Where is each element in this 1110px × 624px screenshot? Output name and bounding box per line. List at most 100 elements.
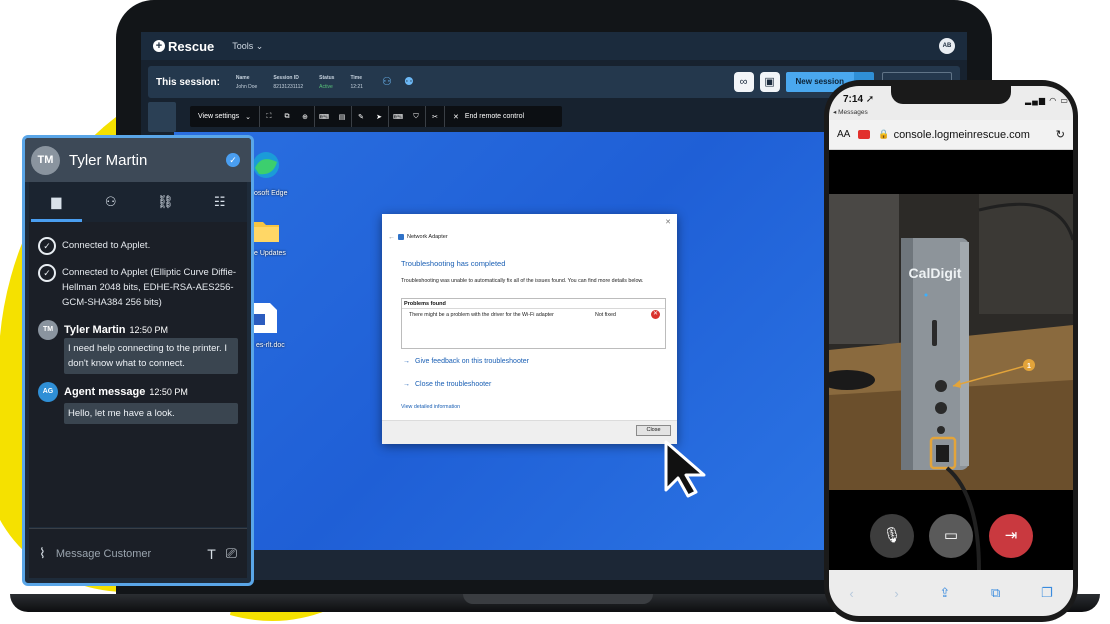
camera-toggle-button[interactable]: ▭	[929, 514, 973, 558]
camera-feed: CalDigit 1	[829, 194, 1073, 571]
signal-wifi-battery-icon: ▂▄▆ ◠ ▭	[1025, 96, 1069, 105]
rescue-plus-icon: +	[153, 40, 165, 52]
check-circle-icon: ✓	[38, 237, 56, 255]
user-avatar[interactable]: AB	[939, 38, 955, 54]
check-circle-icon: ✓	[38, 264, 56, 282]
list-icon: ☷	[213, 194, 226, 209]
share-icon[interactable]: ⇪	[939, 585, 950, 601]
remote-control-toolbar: View settings ⌄ ⛶ ⧉ ⊕ ⌨ ▤ ✎ ➤ ⌨ ⛉ ✂ ✕ End …	[190, 106, 562, 127]
back-arrow-icon[interactable]: ←	[388, 234, 395, 241]
url-text: console.logmeinrescue.com	[893, 128, 1030, 141]
forward-icon[interactable]: ›	[894, 586, 898, 601]
session-name: Name John Doe	[235, 74, 258, 90]
camera-recording-icon	[858, 130, 871, 139]
keyboard-shortcut-icon[interactable]: ⌨	[389, 113, 407, 121]
error-icon: ✕	[651, 310, 660, 319]
close-icon: ✕	[453, 113, 459, 121]
chat-header: TM Tyler Martin ✓	[25, 138, 251, 182]
message-author: Agent message 12:50 PM	[64, 386, 188, 398]
transfer-user-icon[interactable]: ⚉	[401, 74, 417, 90]
bookmarks-icon[interactable]: ⧉	[991, 585, 1000, 601]
shield-icon[interactable]: ⛉	[407, 113, 425, 121]
clipboard-icon[interactable]: ▤	[333, 113, 351, 121]
mic-off-icon: 🎙	[882, 527, 902, 544]
message-time: 12:50 PM	[149, 387, 188, 397]
network-icon	[398, 234, 404, 240]
feedback-link[interactable]: → Give feedback on this troubleshooter	[403, 358, 529, 365]
pen-icon[interactable]: ✎	[352, 113, 370, 121]
message-author: Tyler Martin 12:50 PM	[64, 324, 169, 336]
end-session-button[interactable]: ⇥	[989, 514, 1033, 558]
keyboard-icon[interactable]: ⌨	[315, 113, 333, 121]
view-detailed-link[interactable]: View detailed information	[401, 404, 460, 410]
binoculars-icon[interactable]: ∞	[733, 72, 754, 92]
tab-add-user[interactable]: ⚇	[84, 182, 139, 222]
brand-name: Rescue	[168, 38, 215, 54]
message-avatar: AG	[38, 382, 58, 402]
add-user-icon[interactable]: ⚇	[379, 74, 395, 90]
text-size-button[interactable]: AA	[837, 129, 850, 140]
troubleshooter-dialog: ✕ ← Network Adapter Troubleshooting has …	[382, 214, 677, 444]
device-brand-text: CalDigit	[909, 265, 962, 281]
laptop-notch	[463, 594, 653, 604]
chat-message: TM Tyler Martin 12:50 PM	[38, 320, 168, 340]
zoom-icon[interactable]: ⊕	[296, 113, 314, 121]
fullscreen-icon[interactable]: ⛶	[260, 113, 278, 121]
tabs-icon[interactable]: ❐	[1041, 585, 1053, 601]
lock-icon: 🔒	[878, 129, 890, 139]
link-icon: ⛓	[156, 194, 174, 209]
tab-details[interactable]: ☷	[193, 182, 248, 222]
problem-text: There might be a problem with the driver…	[409, 312, 554, 318]
system-message: ✓ Connected to Applet (Elliptic Curve Di…	[38, 264, 243, 310]
chat-tabs: ▆ ⚇ ⛓ ☷	[29, 182, 247, 222]
tools-menu[interactable]: Tools ⌄	[232, 41, 263, 52]
edge-icon[interactable]	[251, 150, 281, 180]
camera-view[interactable]: CalDigit 1 🎙 ▭ ⇥	[829, 150, 1073, 571]
folder-icon[interactable]	[251, 218, 281, 244]
session-label: This session:	[156, 76, 220, 88]
chat-messages: ✓ Connected to Applet. ✓ Connected to Ap…	[29, 222, 247, 527]
browser-url-bar[interactable]: AA 🔒 console.logmeinrescue.com ↻	[829, 120, 1073, 150]
view-settings-button[interactable]: View settings ⌄	[190, 106, 260, 127]
tab-links[interactable]: ⛓	[138, 182, 193, 222]
session-id: Session ID 82131231112	[273, 74, 304, 90]
dialog-footer	[382, 420, 677, 444]
end-remote-control-button[interactable]: ✕ End remote control	[445, 113, 532, 121]
dialog-close-button[interactable]: Close	[636, 425, 671, 436]
chevron-down-icon: ⌄	[255, 40, 264, 51]
send-screen-icon[interactable]: ⎚	[226, 545, 237, 562]
reload-icon[interactable]: ↻	[1056, 128, 1065, 141]
screens-icon[interactable]: ▣	[759, 72, 780, 92]
arrow-right-icon: →	[403, 381, 410, 388]
safari-toolbar: ‹ › ⇪ ⧉ ❐	[829, 570, 1073, 616]
back-icon[interactable]: ‹	[849, 586, 853, 601]
pointer-icon[interactable]: ➤	[370, 113, 388, 121]
add-user-icon: ⚇	[104, 194, 117, 209]
doc-label: es-rlt.doc	[256, 342, 285, 349]
paperclip-icon[interactable]: ⌇	[39, 545, 46, 562]
word-doc-icon[interactable]	[252, 302, 278, 334]
multi-monitor-icon[interactable]: ⧉	[278, 113, 296, 121]
arrow-right-icon: →	[403, 358, 410, 365]
customer-avatar: TM	[31, 145, 60, 175]
updates-label: e Updates	[254, 250, 286, 257]
tab-chat[interactable]: ▆	[29, 182, 84, 222]
close-troubleshooter-link[interactable]: → Close the troubleshooter	[403, 381, 491, 388]
chat-message: AG Agent message 12:50 PM	[38, 382, 188, 402]
back-to-messages[interactable]: ◂ Messages	[833, 108, 868, 116]
message-input[interactable]: Message Customer	[56, 548, 197, 560]
edge-label: osoft Edge	[254, 190, 288, 197]
dialog-description: Troubleshooting was unable to automatica…	[401, 278, 644, 284]
disconnect-icon[interactable]: ✂	[426, 113, 444, 121]
close-icon[interactable]: ✕	[665, 218, 671, 226]
side-panel-stub	[148, 102, 176, 132]
verified-check-icon: ✓	[226, 153, 240, 167]
problems-header: Problems found	[404, 301, 446, 307]
phone-time: 7:14 ➚	[843, 94, 875, 105]
customer-name: Tyler Martin	[69, 151, 148, 169]
chat-bubble-icon: ▆	[51, 194, 62, 209]
mute-mic-button[interactable]: 🎙	[870, 514, 914, 558]
text-format-icon[interactable]: T	[207, 546, 216, 562]
message-bubble: Hello, let me have a look.	[64, 403, 238, 424]
location-arrow-icon: ➚	[865, 94, 875, 105]
